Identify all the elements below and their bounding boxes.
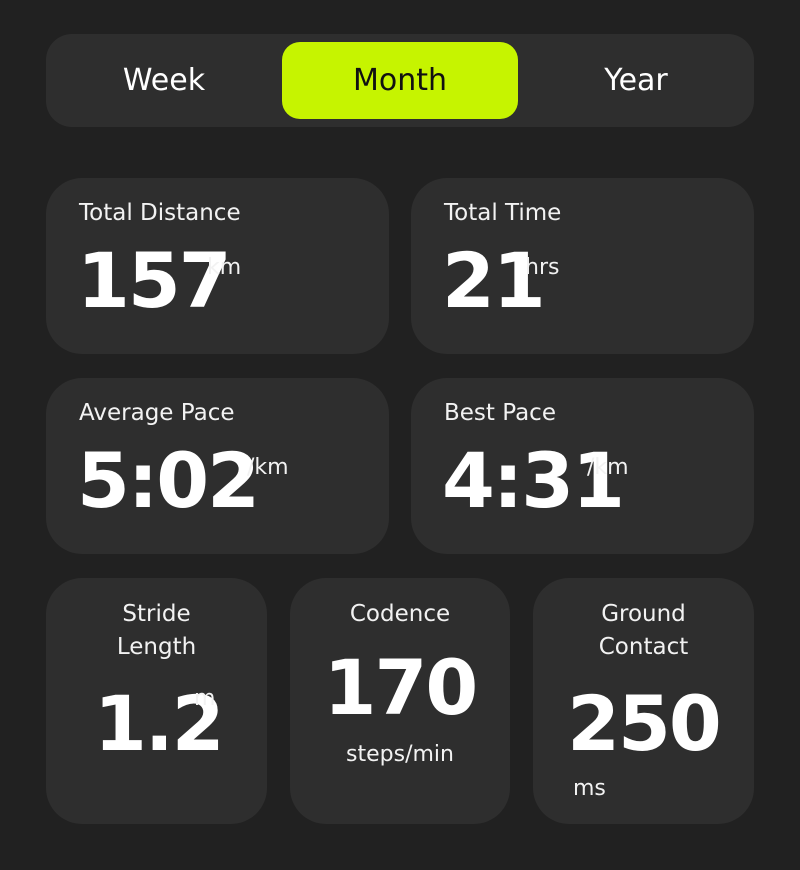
cadence-card: Codence 170 steps/min bbox=[290, 578, 510, 824]
stride-length-unit: m bbox=[194, 686, 216, 711]
cadence-value: 170 bbox=[323, 643, 479, 732]
stride-length-card: Stride Length 1.2 m bbox=[46, 578, 267, 824]
cadence-label: Codence bbox=[349, 601, 451, 627]
period-selector: Week Month Year bbox=[46, 34, 754, 127]
tab-week[interactable]: Week bbox=[46, 42, 282, 119]
average-pace-unit: /km bbox=[247, 455, 289, 480]
average-pace-card: Average Pace 5:02 /km bbox=[46, 378, 389, 554]
ground-contact-unit: ms bbox=[573, 776, 606, 801]
best-pace-unit: /km bbox=[587, 455, 629, 480]
ground-contact-value: 250 bbox=[567, 679, 722, 768]
average-pace-label: Average Pace bbox=[79, 400, 235, 426]
total-time-label: Total Time bbox=[444, 200, 562, 226]
tab-month[interactable]: Month bbox=[282, 42, 518, 119]
total-time-card: Total Time 21 hrs bbox=[411, 178, 754, 354]
average-pace-value: 5:02 bbox=[77, 436, 260, 525]
best-pace-card: Best Pace 4:31 /km bbox=[411, 378, 754, 554]
ground-contact-card: Ground Contact 250 ms bbox=[533, 578, 754, 824]
total-distance-unit: km bbox=[207, 255, 242, 280]
cadence-unit: steps/min bbox=[346, 742, 454, 767]
tab-year[interactable]: Year bbox=[518, 42, 754, 119]
best-pace-label: Best Pace bbox=[444, 400, 556, 426]
stride-length-label: Stride Length bbox=[116, 601, 197, 661]
ground-contact-label: Ground Contact bbox=[598, 601, 689, 661]
total-distance-label: Total Distance bbox=[79, 200, 241, 226]
total-time-unit: hrs bbox=[525, 255, 560, 280]
total-distance-card: Total Distance 157 km bbox=[46, 178, 389, 354]
